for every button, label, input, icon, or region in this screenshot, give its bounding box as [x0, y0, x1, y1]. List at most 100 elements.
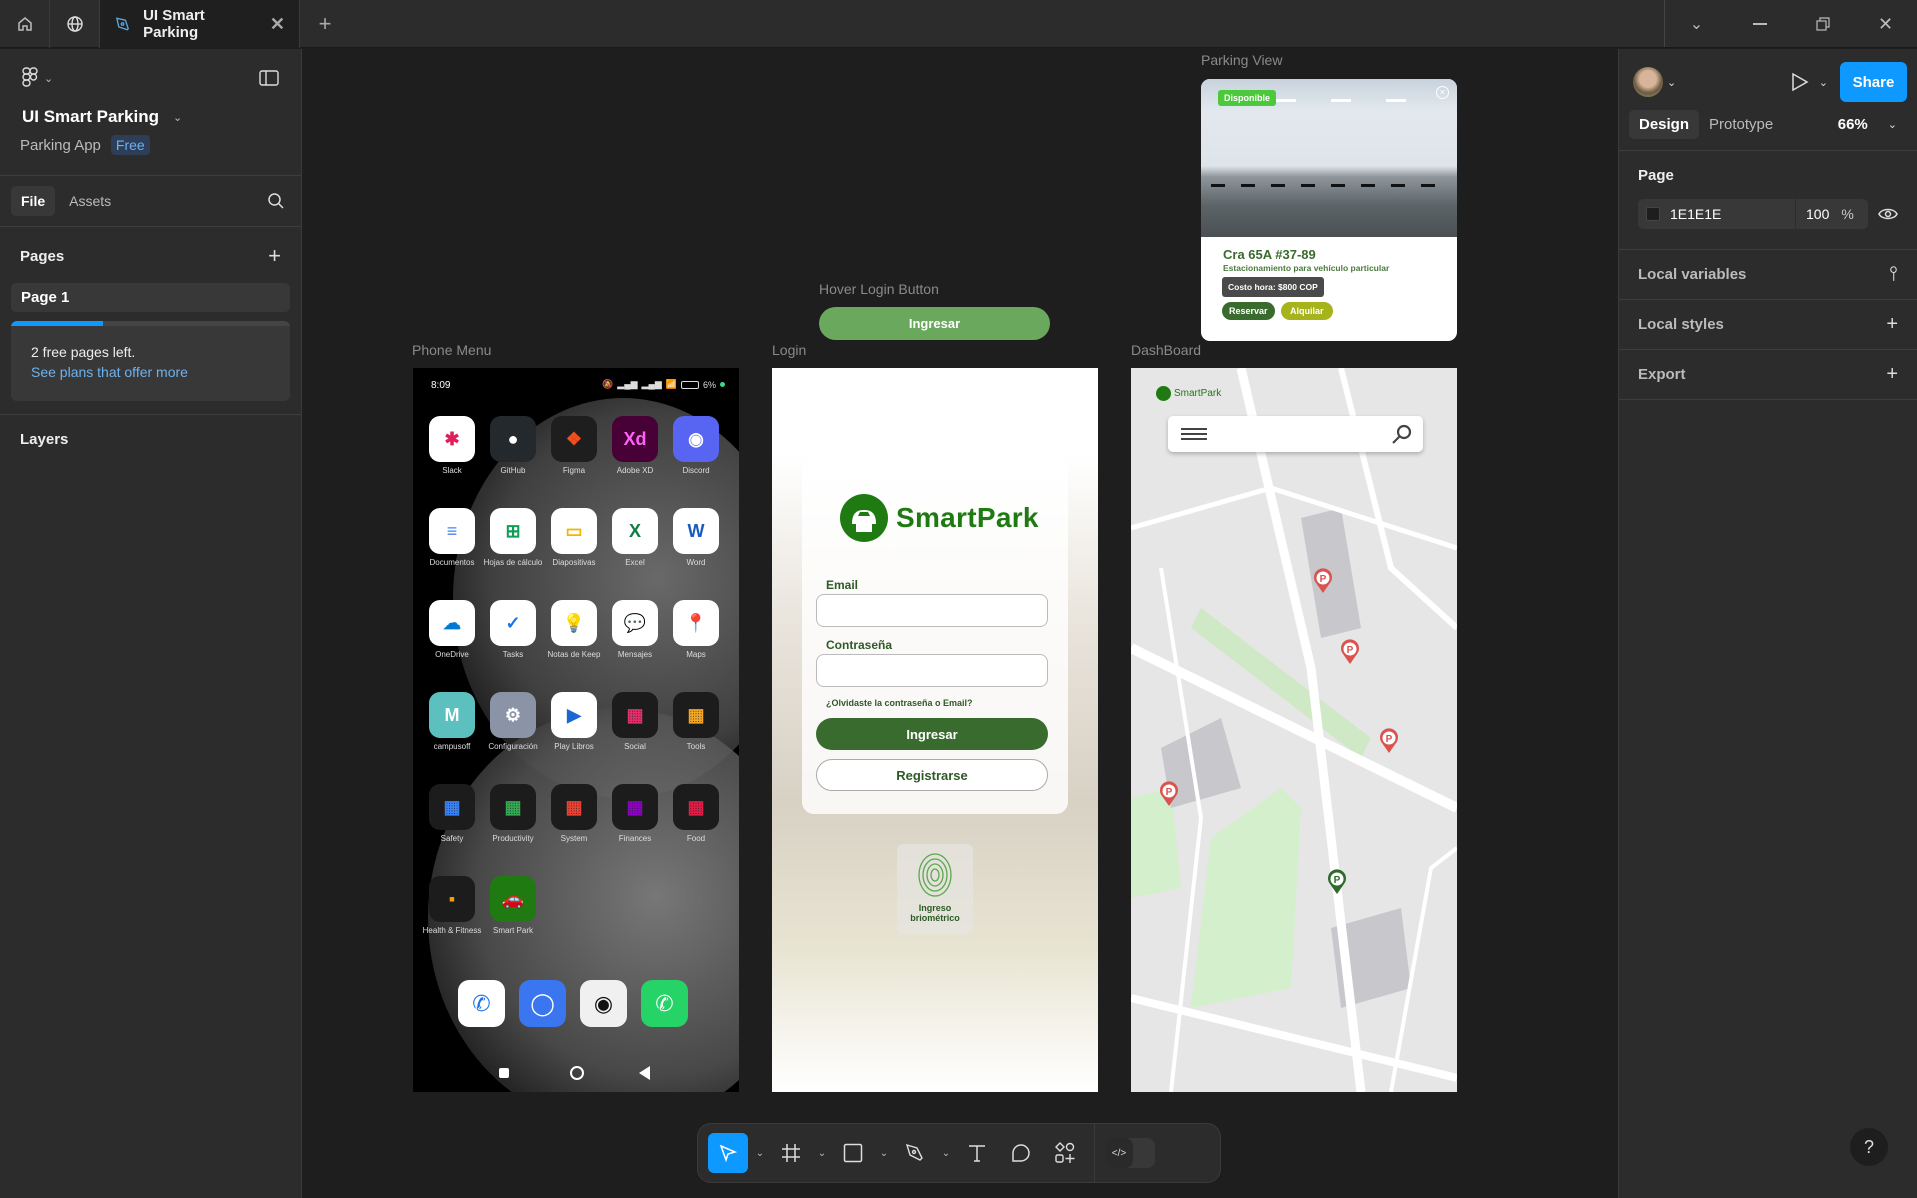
close-tab-icon[interactable]: ✕	[270, 14, 285, 35]
share-button[interactable]: Share	[1840, 62, 1907, 102]
app-health-fitness[interactable]: ▪ Health & Fitness	[423, 876, 481, 936]
file-name[interactable]: UI Smart Parking	[22, 107, 159, 127]
app-onedrive[interactable]: ☁ OneDrive	[428, 600, 476, 660]
comment-tool[interactable]	[1002, 1134, 1040, 1172]
app-github[interactable]: ● GitHub	[489, 416, 537, 476]
map[interactable]	[1131, 368, 1457, 1092]
add-page-icon[interactable]: +	[268, 243, 281, 269]
app-food[interactable]: ▦ Food	[672, 784, 720, 844]
app-adobe-xd[interactable]: Xd Adobe XD	[611, 416, 659, 476]
avatar[interactable]	[1633, 67, 1663, 97]
whatsapp-app[interactable]: ✆	[641, 980, 688, 1027]
help-button[interactable]: ?	[1850, 1128, 1888, 1166]
frame-tool-dropdown[interactable]: ⌄	[816, 1148, 828, 1159]
plus-icon[interactable]: +	[1886, 313, 1898, 336]
app-diapositivas[interactable]: ▭ Diapositivas	[550, 508, 598, 568]
page-color-swatch[interactable]	[1646, 207, 1660, 221]
email-field[interactable]	[816, 594, 1048, 627]
tabs-dropdown-button[interactable]: ⌄	[1665, 0, 1728, 48]
hover-login-button[interactable]: Ingresar	[819, 307, 1050, 340]
parking-pin-occupied[interactable]: P	[1159, 781, 1179, 807]
rent-button[interactable]: Alquilar	[1281, 302, 1333, 320]
camera-app[interactable]: ◉	[580, 980, 627, 1027]
actions-tool[interactable]	[1046, 1134, 1084, 1172]
app-finances[interactable]: ▦ Finances	[611, 784, 659, 844]
parking-view-frame[interactable]: Disponible ✕ Cra 65A #37-89 Estacionamie…	[1201, 79, 1457, 341]
community-button[interactable]	[50, 0, 100, 48]
move-tool-dropdown[interactable]: ⌄	[754, 1148, 766, 1159]
frame-label-dashboard[interactable]: DashBoard	[1131, 342, 1201, 358]
sidebar-toggle-icon[interactable]	[259, 70, 279, 86]
app-word[interactable]: W Word	[672, 508, 720, 568]
close-card-icon[interactable]: ✕	[1436, 86, 1449, 99]
pen-tool-dropdown[interactable]: ⌄	[940, 1148, 952, 1159]
app-productivity[interactable]: ▦ Productivity	[489, 784, 537, 844]
plus-icon[interactable]: +	[1886, 363, 1898, 386]
tab-design[interactable]: Design	[1629, 110, 1700, 139]
frame-tool[interactable]	[772, 1134, 810, 1172]
see-plans-link[interactable]: See plans that offer more	[11, 360, 290, 380]
home-button[interactable]	[0, 0, 50, 48]
phone-app[interactable]: ✆	[458, 980, 505, 1027]
chevron-down-icon[interactable]: ⌄	[1667, 76, 1676, 89]
dev-mode-toggle[interactable]: </>	[1105, 1138, 1155, 1168]
restore-button[interactable]	[1791, 0, 1854, 48]
page-opacity[interactable]: 100	[1806, 206, 1829, 222]
nav-recent-button[interactable]	[499, 1068, 509, 1078]
app-documentos[interactable]: ≡ Documentos	[428, 508, 476, 568]
plan-badge[interactable]: Free	[110, 135, 150, 155]
shape-tool[interactable]	[834, 1134, 872, 1172]
parking-pin-occupied[interactable]: P	[1313, 568, 1333, 594]
forgot-password-link[interactable]: ¿Olvidaste la contraseña o Email?	[826, 698, 973, 708]
app-excel[interactable]: X Excel	[611, 508, 659, 568]
app-maps[interactable]: 📍 Maps	[672, 600, 720, 660]
nav-back-button[interactable]	[639, 1066, 650, 1080]
move-tool[interactable]	[708, 1133, 748, 1173]
minimize-button[interactable]	[1728, 0, 1791, 48]
canvas[interactable]: Parking View Disponible ✕ Cra 65A #37-89…	[302, 49, 1618, 1198]
reserve-button[interactable]: Reservar	[1222, 302, 1275, 320]
page-color-field[interactable]: 1E1E1E 100 %	[1638, 199, 1868, 229]
project-name[interactable]: Parking App	[20, 137, 101, 154]
app-social[interactable]: ▦ Social	[611, 692, 659, 752]
search-icon[interactable]	[267, 192, 285, 210]
app-tools[interactable]: ▦ Tools	[672, 692, 720, 752]
parking-pin-occupied[interactable]: P	[1379, 728, 1399, 754]
page-item-1[interactable]: Page 1	[11, 283, 290, 312]
chevron-down-icon[interactable]: ⌄	[173, 111, 182, 124]
tab-file[interactable]: File	[11, 186, 56, 216]
frame-label-parking-view[interactable]: Parking View	[1201, 52, 1282, 68]
search-bar[interactable]	[1168, 416, 1423, 452]
dashboard-frame[interactable]: SmartPark P P P P P	[1131, 368, 1457, 1092]
tab-assets[interactable]: Assets	[69, 193, 111, 209]
frame-label-login[interactable]: Login	[772, 342, 806, 358]
password-field[interactable]	[816, 654, 1048, 687]
app-discord[interactable]: ◉ Discord	[672, 416, 720, 476]
play-icon[interactable]	[1791, 72, 1809, 92]
main-menu-button[interactable]: ⌄	[22, 67, 53, 89]
parking-pin-occupied[interactable]: P	[1340, 639, 1360, 665]
shape-tool-dropdown[interactable]: ⌄	[878, 1148, 890, 1159]
present-dropdown-icon[interactable]: ⌄	[1819, 76, 1828, 89]
app-tasks[interactable]: ✓ Tasks	[489, 600, 537, 660]
text-tool[interactable]	[958, 1134, 996, 1172]
new-tab-button[interactable]: +	[300, 0, 350, 47]
login-frame[interactable]: SmartPark Email Contraseña ¿Olvidaste la…	[772, 368, 1098, 1092]
frame-label-phone-menu[interactable]: Phone Menu	[412, 342, 491, 358]
app-hojas-de-c-lculo[interactable]: ⊞ Hojas de cálculo	[484, 508, 542, 568]
register-button[interactable]: Registrarse	[816, 759, 1048, 791]
biometric-button[interactable]: Ingreso briométrico	[897, 844, 973, 934]
pen-tool[interactable]	[896, 1134, 934, 1172]
zoom-dropdown-icon[interactable]: ⌄	[1888, 118, 1897, 131]
section-export[interactable]: Export +	[1619, 350, 1917, 400]
close-window-button[interactable]: ✕	[1854, 0, 1917, 48]
login-button[interactable]: Ingresar	[816, 718, 1048, 750]
app-figma[interactable]: ❖ Figma	[550, 416, 598, 476]
eye-icon[interactable]	[1878, 207, 1898, 221]
app-campusoff[interactable]: Mcampusoff	[428, 692, 476, 752]
section-local-variables[interactable]: Local variables ⫯	[1619, 250, 1917, 300]
section-local-styles[interactable]: Local styles +	[1619, 300, 1917, 350]
tab-prototype[interactable]: Prototype	[1709, 116, 1773, 133]
signal-app[interactable]: ◯	[519, 980, 566, 1027]
app-mensajes[interactable]: 💬 Mensajes	[611, 600, 659, 660]
